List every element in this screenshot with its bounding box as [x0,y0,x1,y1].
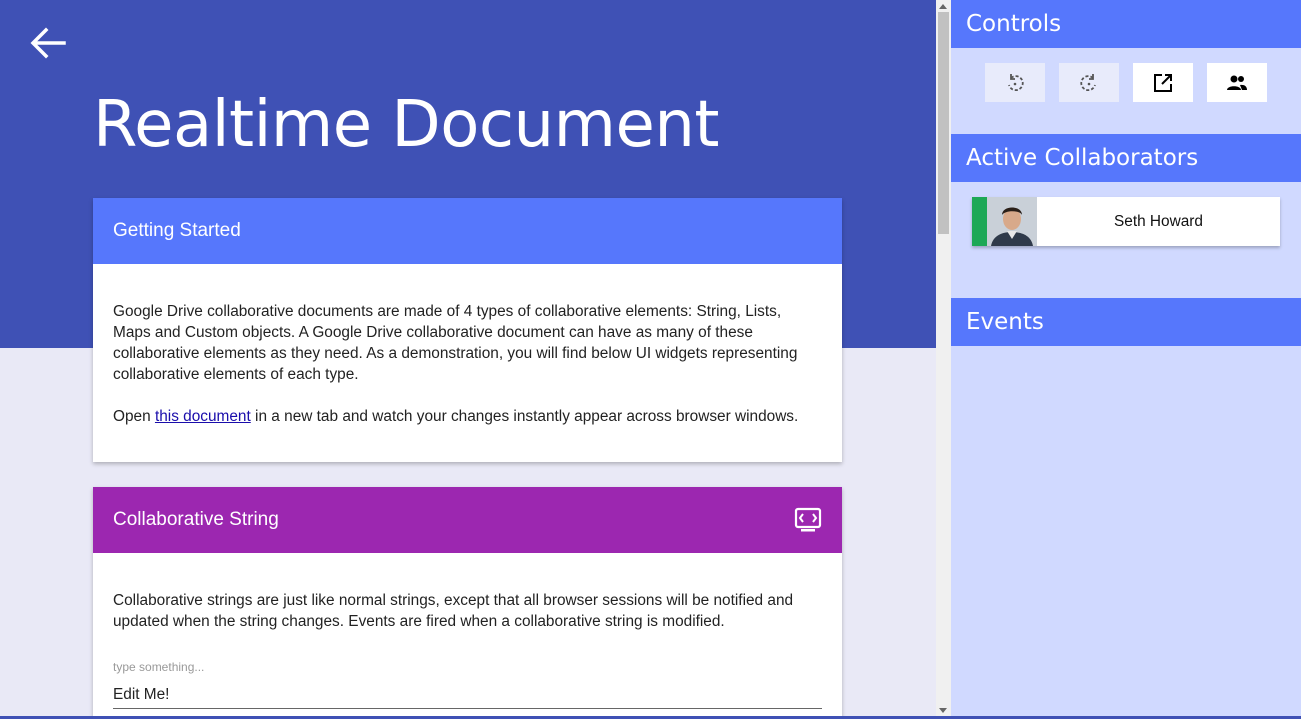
this-document-link[interactable]: this document [155,408,251,425]
collaborators-header: Active Collaborators [951,134,1301,182]
share-people-icon [1227,75,1247,90]
open-in-new-button[interactable] [1133,63,1193,102]
scroll-down-arrow-icon[interactable] [939,708,947,713]
collaborator-name: Seth Howard [1114,212,1203,230]
undo-icon [1008,73,1024,91]
string-input-label: type something... [113,660,205,674]
vertical-scrollbar[interactable] [936,0,951,719]
card-title: Collaborative String [113,509,279,530]
page-title: Realtime Document [93,88,719,162]
card-title: Getting Started [113,220,241,241]
events-header: Events [951,298,1301,346]
card-body: Collaborative strings are just like norm… [93,553,842,709]
card-header: Getting Started [93,198,842,264]
arrow-left-icon [30,27,66,59]
controls-header: Controls [951,0,1301,48]
scroll-thumb[interactable] [938,12,949,234]
code-screen-icon[interactable] [794,507,822,533]
string-description: Collaborative strings are just like norm… [113,592,794,630]
main-content: Realtime Document Getting Started Google… [0,0,936,719]
redo-icon [1080,73,1096,91]
collaborators-title: Active Collaborators [966,145,1199,171]
redo-button[interactable] [1059,63,1119,102]
back-button[interactable] [26,24,68,64]
share-button[interactable] [1207,63,1267,102]
scroll-up-arrow-icon[interactable] [939,4,947,9]
getting-started-card: Getting Started Google Drive collaborati… [93,198,842,462]
undo-button[interactable] [985,63,1045,102]
collaborator-color-swatch [972,197,987,246]
sidebar: Controls Active Collaborators Seth Howar… [951,0,1301,719]
collaborative-string-input[interactable] [113,686,822,709]
collaborator-item[interactable]: Seth Howard [972,197,1280,246]
controls-title: Controls [966,11,1062,37]
paragraph-suffix: in a new tab and watch your changes inst… [250,408,799,425]
collaborative-string-card: Collaborative String Collaborative strin… [93,487,842,719]
paragraph-prefix: Open [113,408,155,425]
card-body: Google Drive collaborative documents are… [93,264,842,427]
events-title: Events [966,309,1044,335]
card-header: Collaborative String [93,487,842,553]
open-in-new-icon [1154,73,1172,92]
intro-paragraph: Google Drive collaborative documents are… [113,303,798,383]
avatar [987,197,1037,246]
open-document-paragraph: Open this document in a new tab and watc… [113,406,822,427]
